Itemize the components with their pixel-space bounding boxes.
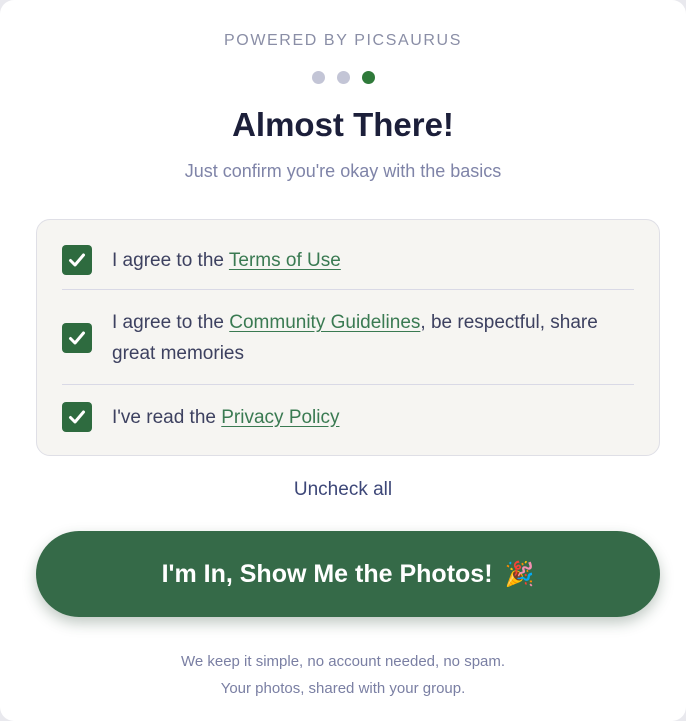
page-title: Almost There! xyxy=(232,106,454,143)
consent-row-guidelines[interactable]: I agree to the Community Guidelines, be … xyxy=(62,306,634,370)
powered-by-label: POWERED BY PICSAURUS xyxy=(224,32,462,49)
step-dot-1 xyxy=(311,71,325,84)
footer-line-2: Your photos, shared with your group. xyxy=(220,680,466,697)
divider xyxy=(62,384,634,385)
consent-list: I agree to the Terms of Use I agree to t… xyxy=(36,219,660,456)
terms-label: I agree to the Terms of Use xyxy=(112,249,341,271)
step-dot-2 xyxy=(336,71,350,84)
terms-of-use-link[interactable]: Terms of Use xyxy=(229,250,341,271)
continue-button-label: I'm In, Show Me the Photos! xyxy=(161,559,493,588)
footer-note: We keep it simple, no account needed, no… xyxy=(0,648,686,702)
step-dot-3-active xyxy=(361,71,375,84)
consent-row-terms[interactable]: I agree to the Terms of Use xyxy=(62,242,634,278)
page-subtitle: Just confirm you're okay with the basics xyxy=(184,161,502,181)
consent-row-privacy[interactable]: I've read the Privacy Policy xyxy=(62,399,634,435)
guidelines-checkbox[interactable] xyxy=(62,323,92,353)
checkmark-icon xyxy=(69,331,85,345)
consent-card: POWERED BY PICSAURUS Almost There! Just … xyxy=(0,0,686,721)
divider xyxy=(62,289,634,290)
uncheck-all-link[interactable]: Uncheck all xyxy=(0,479,686,501)
footer-line-1: We keep it simple, no account needed, no… xyxy=(180,653,506,670)
terms-checkbox[interactable] xyxy=(62,245,92,275)
privacy-label: I've read the Privacy Policy xyxy=(112,406,340,428)
checkmark-icon xyxy=(69,410,85,424)
privacy-checkbox[interactable] xyxy=(62,402,92,432)
community-guidelines-link[interactable]: Community Guidelines xyxy=(229,312,420,333)
checkmark-icon xyxy=(69,253,85,267)
privacy-policy-link[interactable]: Privacy Policy xyxy=(221,407,339,428)
guidelines-label: I agree to the Community Guidelines, be … xyxy=(112,312,598,364)
party-popper-icon: 🎉 xyxy=(504,560,535,588)
continue-button[interactable]: I'm In, Show Me the Photos! 🎉 xyxy=(36,531,660,617)
step-indicator xyxy=(0,71,686,84)
